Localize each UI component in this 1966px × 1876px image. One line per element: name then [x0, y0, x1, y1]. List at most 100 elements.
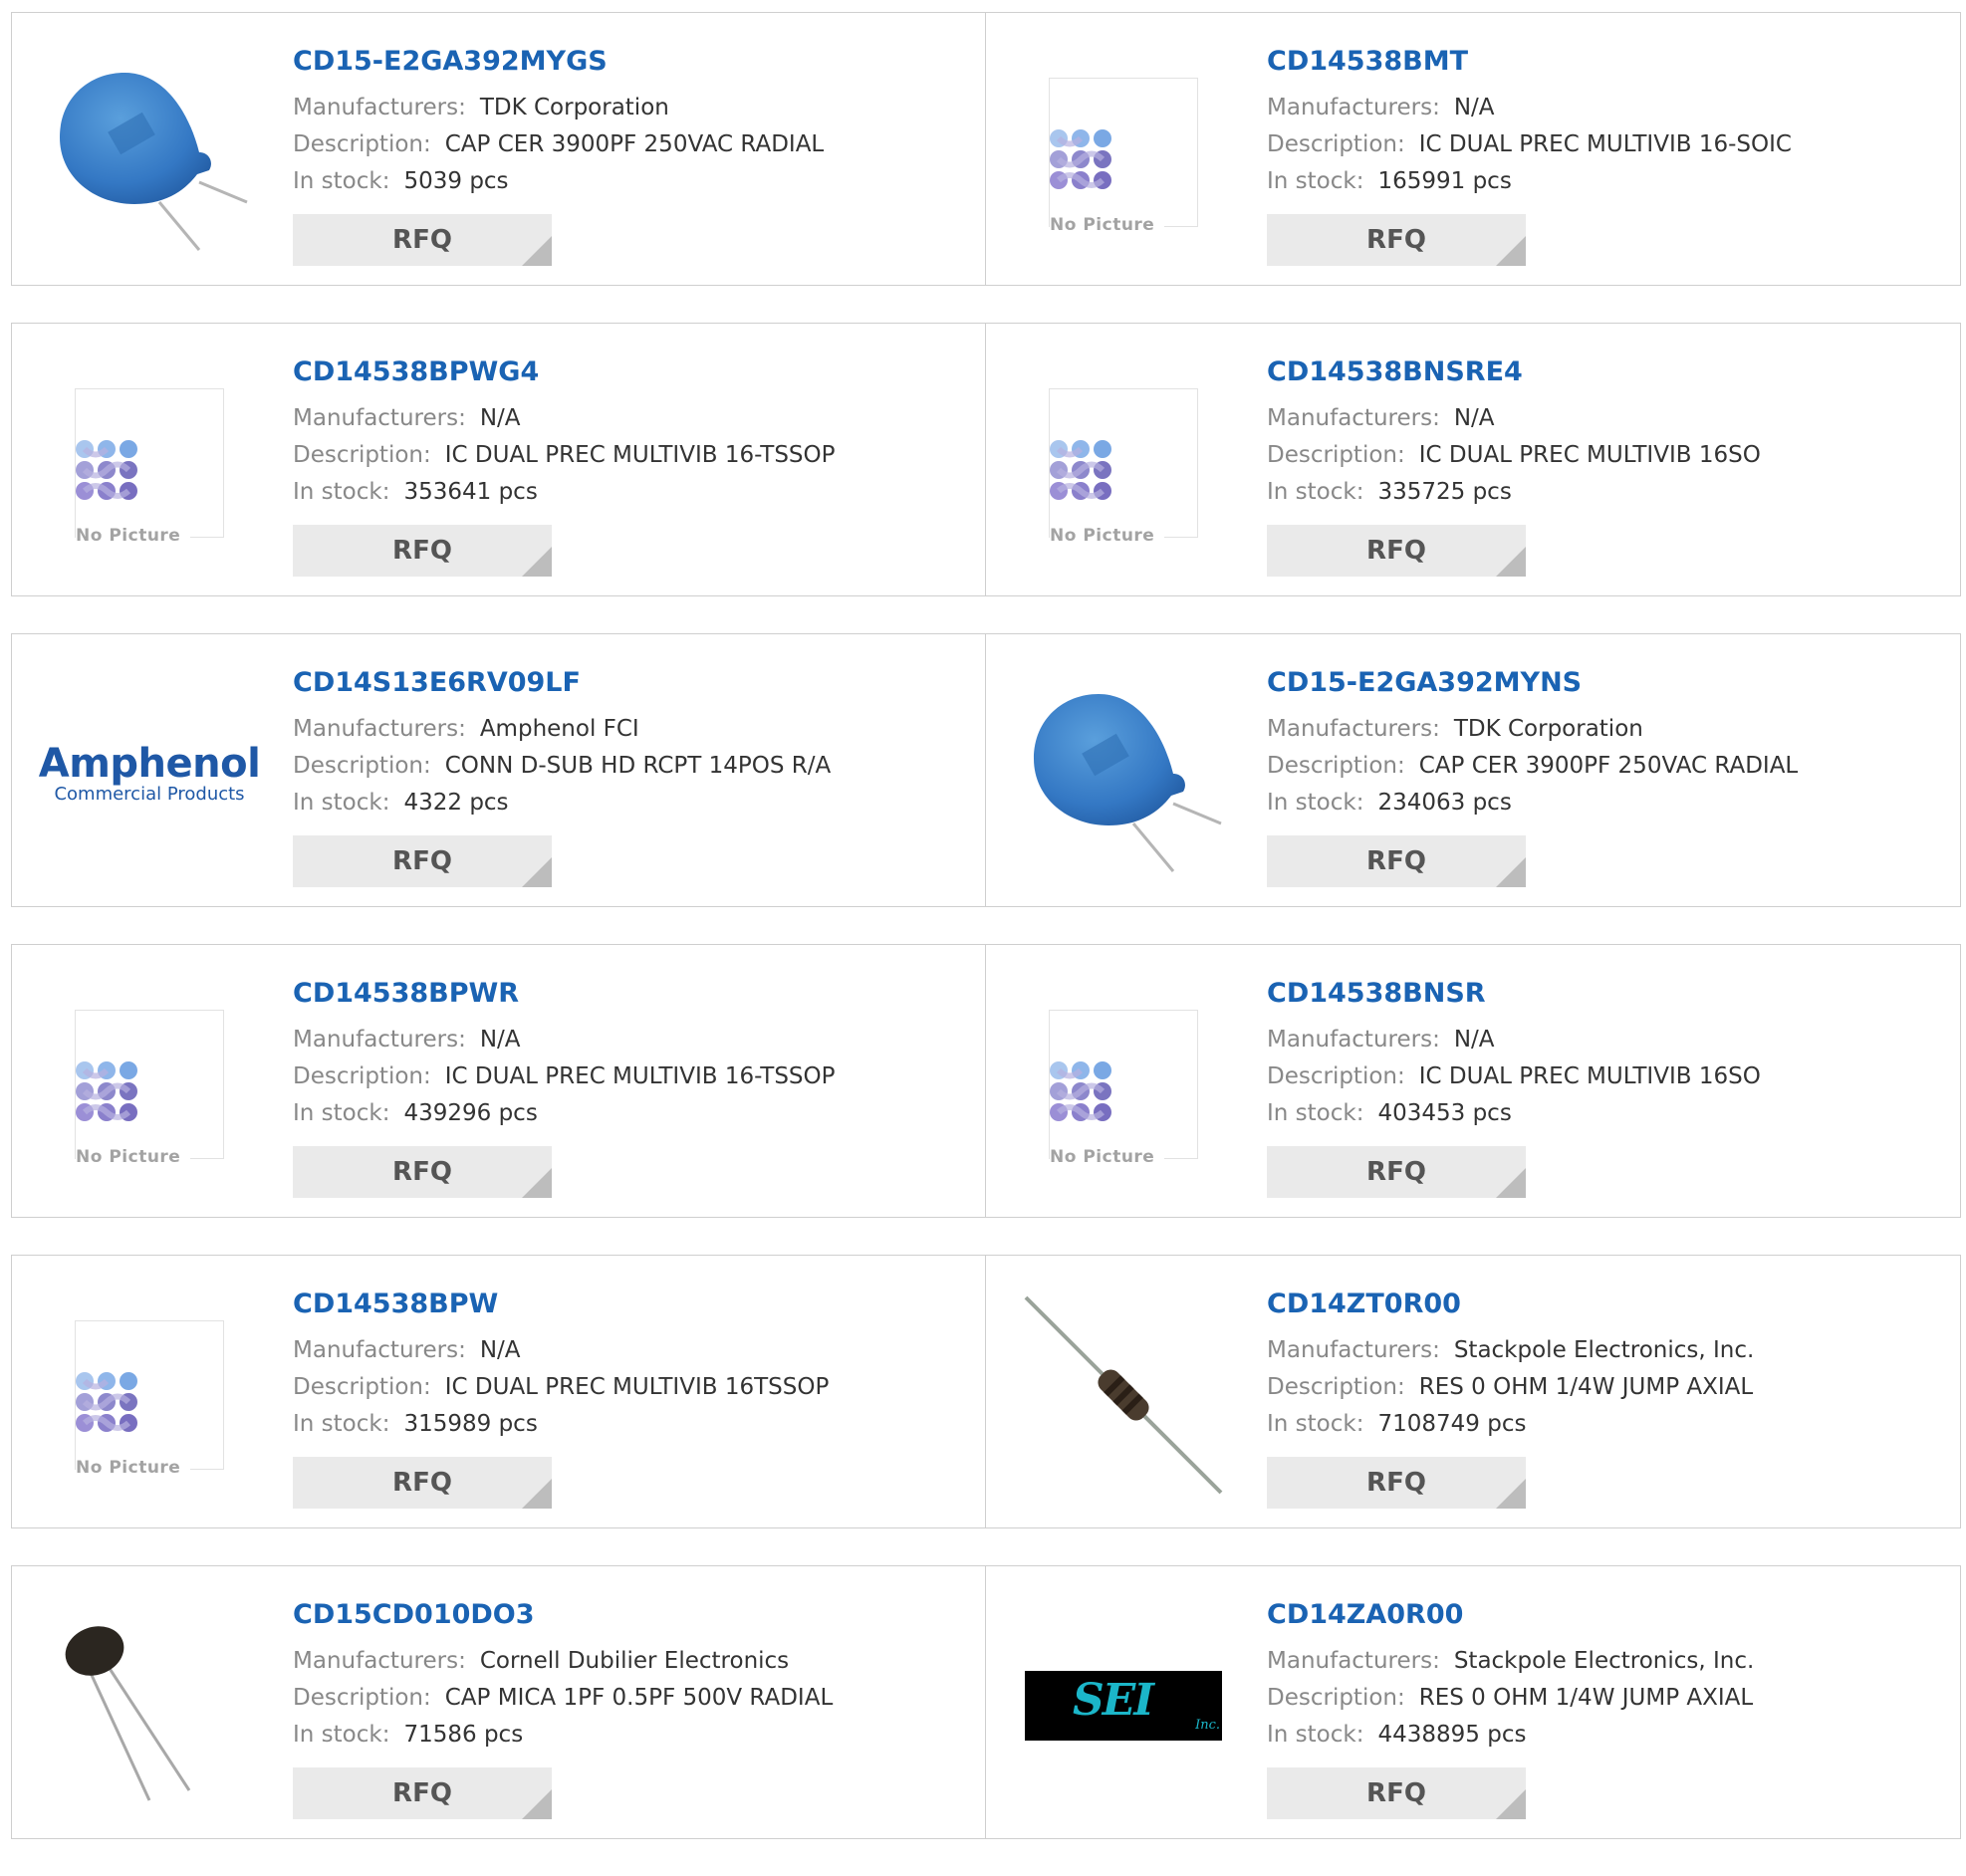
product-part-link[interactable]: CD14538BPWG4	[293, 353, 965, 391]
stock-line: In stock: 403453 pcs	[1267, 1095, 1940, 1132]
product-part-link[interactable]: CD15CD010DO3	[293, 1596, 965, 1634]
manufacturer-value: N/A	[1453, 405, 1495, 431]
product-card: CD15CD010DO3 Manufacturers: Cornell Dubil…	[11, 1565, 986, 1839]
manufacturer-line: Manufacturers: Stackpole Electronics, Inc…	[1267, 1332, 1940, 1369]
product-info: CD15-E2GA392MYGS Manufacturers: TDK Corpo…	[293, 43, 965, 200]
manufacturer-label: Manufacturers:	[293, 1027, 466, 1053]
product-image[interactable]	[1024, 1295, 1223, 1495]
manufacturer-value: Cornell Dubilier Electronics	[479, 1648, 790, 1674]
product-card: No Picture CD14538BNSR Manufacturers: N/A…	[986, 944, 1961, 1218]
manufacturer-line: Manufacturers: Amphenol FCI	[293, 711, 965, 748]
stock-value: 353641 pcs	[403, 479, 538, 505]
product-part-link[interactable]: CD14538BPW	[293, 1286, 965, 1323]
no-picture-label: No Picture	[1050, 1147, 1159, 1167]
product-image[interactable]	[50, 53, 249, 252]
product-image[interactable]	[1024, 674, 1223, 873]
description-label: Description:	[1267, 753, 1405, 779]
description-label: Description:	[293, 442, 431, 468]
manufacturer-value: Stackpole Electronics, Inc.	[1453, 1337, 1755, 1363]
description-value: IC DUAL PREC MULTIVIB 16-TSSOP	[444, 442, 836, 468]
stock-line: In stock: 165991 pcs	[1267, 163, 1940, 200]
stock-line: In stock: 71586 pcs	[293, 1717, 965, 1754]
product-info: CD14538BPWR Manufacturers: N/A Descriptio…	[293, 975, 965, 1132]
product-card: CD15-E2GA392MYGS Manufacturers: TDK Corpo…	[11, 12, 986, 286]
description-value: RES 0 OHM 1/4W JUMP AXIAL	[1418, 1685, 1754, 1711]
rfq-button[interactable]: RFQ	[293, 525, 552, 577]
stock-value: 403453 pcs	[1377, 1100, 1512, 1126]
rfq-button[interactable]: RFQ	[1267, 1457, 1526, 1509]
product-part-link[interactable]: CD14ZA0R00	[1267, 1596, 1940, 1634]
stock-line: In stock: 7108749 pcs	[1267, 1406, 1940, 1443]
product-card: No Picture CD14538BPWR Manufacturers: N/A…	[11, 944, 986, 1218]
rfq-button[interactable]: RFQ	[1267, 1767, 1526, 1819]
stock-value: 5039 pcs	[403, 168, 509, 194]
product-image[interactable]: No Picture	[1024, 363, 1223, 563]
stock-label: In stock:	[1267, 479, 1364, 505]
rfq-button[interactable]: RFQ	[1267, 525, 1526, 577]
rfq-button[interactable]: RFQ	[293, 1146, 552, 1198]
description-label: Description:	[1267, 1374, 1405, 1400]
stock-line: In stock: 4322 pcs	[293, 785, 965, 821]
product-image[interactable]: SEI Inc.	[1024, 1606, 1223, 1805]
product-part-link[interactable]: CD14ZT0R00	[1267, 1286, 1940, 1323]
stock-value: 335725 pcs	[1377, 479, 1512, 505]
product-card: Amphenol Commercial Products CD14S13E6RV…	[11, 633, 986, 907]
product-card: No Picture CD14538BNSRE4 Manufacturers: N…	[986, 323, 1961, 596]
no-picture-icon	[1050, 129, 1111, 189]
description-value: CAP MICA 1PF 0.5PF 500V RADIAL	[444, 1685, 834, 1711]
manufacturer-value: TDK Corporation	[1453, 716, 1643, 742]
stock-label: In stock:	[1267, 1100, 1364, 1126]
product-part-link[interactable]: CD14S13E6RV09LF	[293, 664, 965, 702]
manufacturer-value: TDK Corporation	[479, 95, 669, 120]
product-row: No Picture CD14538BPW Manufacturers: N/A …	[11, 1255, 1961, 1528]
product-card: No Picture CD14538BPWG4 Manufacturers: N/…	[11, 323, 986, 596]
product-part-link[interactable]: CD15-E2GA392MYGS	[293, 43, 965, 81]
product-image[interactable]: Amphenol Commercial Products	[39, 674, 261, 873]
product-part-link[interactable]: CD14538BNSR	[1267, 975, 1940, 1013]
no-picture-icon	[1050, 440, 1111, 500]
manufacturer-line: Manufacturers: N/A	[1267, 400, 1940, 437]
description-value: IC DUAL PREC MULTIVIB 16-SOIC	[1418, 131, 1792, 157]
manufacturer-line: Manufacturers: TDK Corporation	[1267, 711, 1940, 748]
rfq-button[interactable]: RFQ	[293, 214, 552, 266]
description-label: Description:	[293, 131, 431, 157]
product-grid: CD15-E2GA392MYGS Manufacturers: TDK Corpo…	[11, 12, 1961, 1876]
no-picture-label: No Picture	[1050, 526, 1159, 546]
description-line: Description: IC DUAL PREC MULTIVIB 16SO	[1267, 1058, 1940, 1095]
product-part-link[interactable]: CD14538BNSRE4	[1267, 353, 1940, 391]
product-image[interactable]: No Picture	[50, 985, 249, 1184]
product-part-link[interactable]: CD14538BMT	[1267, 43, 1940, 81]
stock-value: 4438895 pcs	[1377, 1722, 1527, 1748]
product-part-link[interactable]: CD15-E2GA392MYNS	[1267, 664, 1940, 702]
stock-label: In stock:	[293, 168, 390, 194]
product-part-link[interactable]: CD14538BPWR	[293, 975, 965, 1013]
manufacturer-line: Manufacturers: N/A	[1267, 90, 1940, 126]
manufacturer-value: N/A	[1453, 95, 1495, 120]
product-image[interactable]: No Picture	[50, 363, 249, 563]
rfq-button[interactable]: RFQ	[1267, 214, 1526, 266]
rfq-button[interactable]: RFQ	[1267, 1146, 1526, 1198]
stock-value: 439296 pcs	[403, 1100, 538, 1126]
product-info: CD14538BPWG4 Manufacturers: N/A Descripti…	[293, 353, 965, 511]
rfq-button[interactable]: RFQ	[293, 1457, 552, 1509]
description-value: RES 0 OHM 1/4W JUMP AXIAL	[1418, 1374, 1754, 1400]
description-line: Description: IC DUAL PREC MULTIVIB 16TSSO…	[293, 1369, 965, 1406]
product-image[interactable]: No Picture	[50, 1295, 249, 1495]
stock-line: In stock: 234063 pcs	[1267, 785, 1940, 821]
rfq-button[interactable]: RFQ	[293, 835, 552, 887]
description-label: Description:	[1267, 442, 1405, 468]
manufacturer-value: N/A	[1453, 1027, 1495, 1053]
product-image[interactable]: No Picture	[1024, 53, 1223, 252]
product-image[interactable]	[50, 1606, 249, 1805]
product-info: CD14S13E6RV09LF Manufacturers: Amphenol F…	[293, 664, 965, 821]
product-image[interactable]: No Picture	[1024, 985, 1223, 1184]
no-picture-icon	[76, 1061, 137, 1121]
description-value: CAP CER 3900PF 250VAC RADIAL	[444, 131, 825, 157]
product-info: CD14ZA0R00 Manufacturers: Stackpole Elect…	[1267, 1596, 1940, 1754]
manufacturer-line: Manufacturers: Stackpole Electronics, Inc…	[1267, 1643, 1940, 1680]
rfq-button[interactable]: RFQ	[1267, 835, 1526, 887]
stock-value: 7108749 pcs	[1377, 1411, 1527, 1437]
description-line: Description: IC DUAL PREC MULTIVIB 16-TSS…	[293, 437, 965, 474]
rfq-button[interactable]: RFQ	[293, 1767, 552, 1819]
manufacturer-value: N/A	[479, 1337, 521, 1363]
